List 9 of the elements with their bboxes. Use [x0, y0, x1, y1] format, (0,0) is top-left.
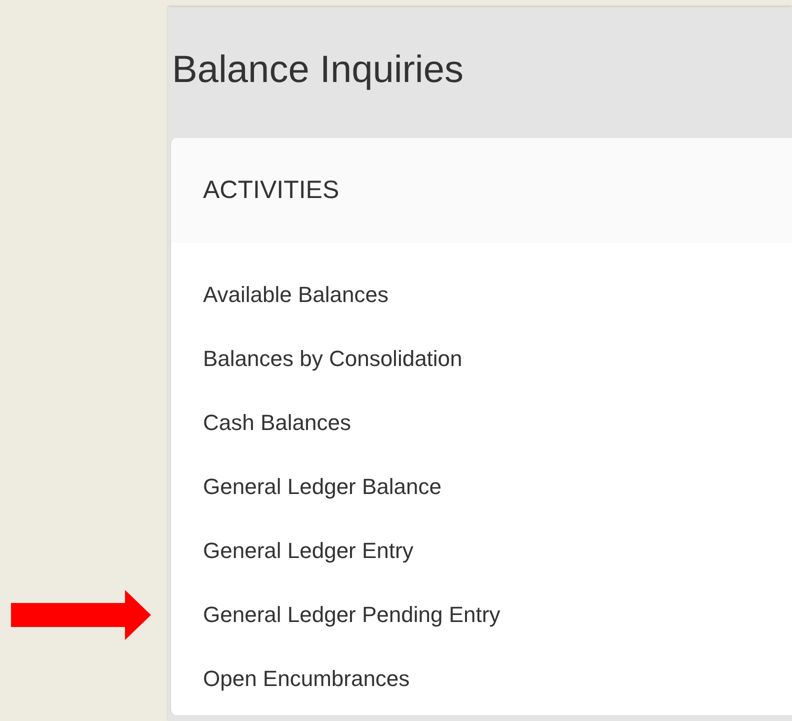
activity-link[interactable]: Balances by Consolidation [203, 342, 462, 374]
activity-link[interactable]: Cash Balances [203, 406, 351, 438]
activity-link[interactable]: General Ledger Entry [203, 534, 414, 566]
activity-link[interactable]: Available Balances [203, 278, 388, 310]
activity-link[interactable]: General Ledger Balance [203, 470, 442, 502]
activity-link[interactable]: Open Encumbrances [203, 662, 410, 694]
activity-link[interactable]: General Ledger Pending Entry [203, 598, 500, 630]
page-title: Balance Inquiries [172, 50, 464, 88]
card-heading: ACTIVITIES [203, 174, 340, 206]
